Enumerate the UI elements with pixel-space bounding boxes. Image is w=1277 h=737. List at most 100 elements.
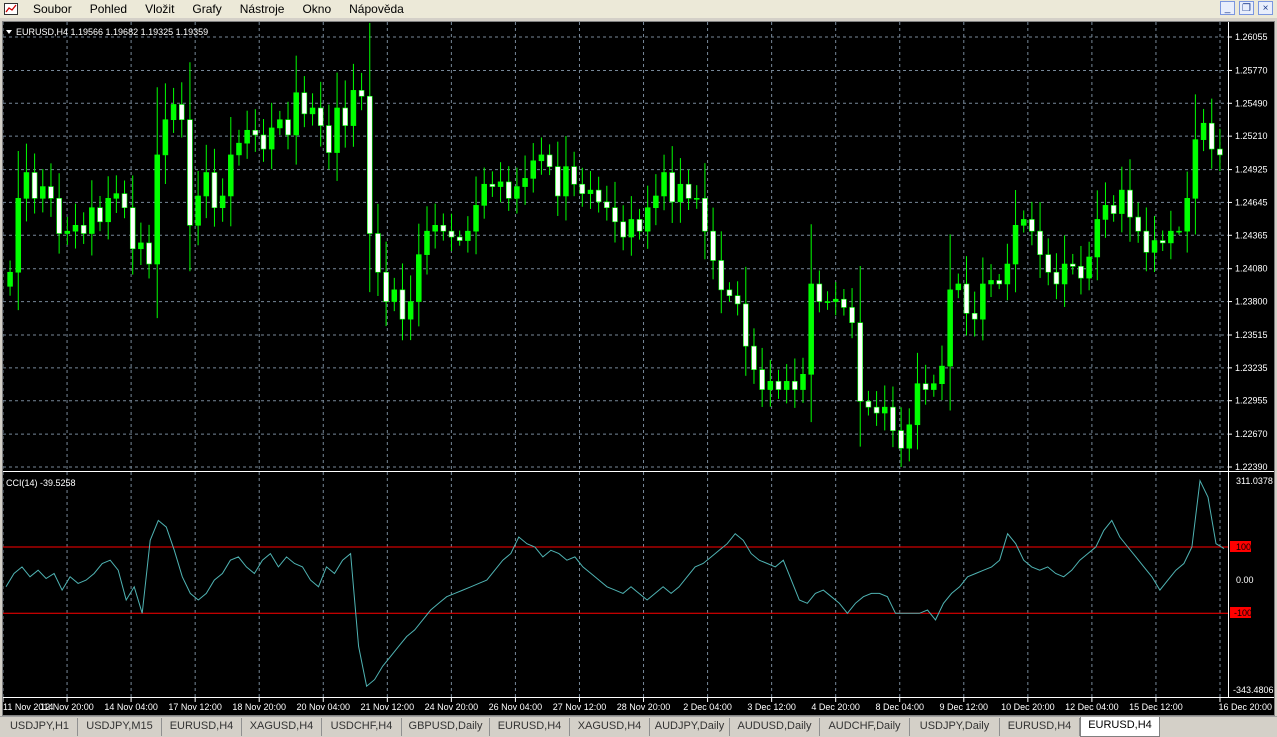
candle[interactable] (1020, 210, 1027, 233)
candle[interactable] (367, 22, 373, 293)
candle[interactable] (563, 136, 569, 221)
candle[interactable] (865, 390, 872, 416)
candle[interactable] (1217, 128, 1223, 172)
candle[interactable] (1045, 238, 1052, 286)
candle[interactable] (922, 364, 929, 405)
candle[interactable] (211, 148, 218, 227)
candle[interactable] (391, 277, 398, 312)
candle[interactable] (555, 141, 561, 216)
candle[interactable] (1012, 189, 1019, 293)
candle[interactable] (219, 178, 226, 222)
candle[interactable] (759, 347, 765, 407)
chart-tab[interactable]: GBPUSD,Daily (402, 718, 490, 736)
menu-window[interactable]: Okno (293, 0, 340, 18)
candle[interactable] (162, 83, 169, 185)
candle[interactable] (309, 93, 316, 126)
chart-tab[interactable]: USDJPY,H1 (2, 718, 78, 736)
menu-tools[interactable]: Nástroje (231, 0, 294, 18)
candle[interactable] (751, 328, 757, 384)
candle[interactable] (489, 171, 496, 197)
candle[interactable] (579, 167, 586, 207)
candle[interactable] (849, 288, 855, 339)
menu-charts[interactable]: Grafy (183, 0, 230, 18)
candle[interactable] (620, 205, 626, 251)
candle[interactable] (980, 257, 986, 341)
candle[interactable] (726, 282, 733, 302)
candle[interactable] (1053, 253, 1060, 300)
candle[interactable] (473, 176, 479, 255)
candle[interactable] (1135, 202, 1141, 243)
candle[interactable] (399, 263, 406, 341)
candle[interactable] (816, 270, 823, 313)
candle[interactable] (317, 81, 324, 147)
candle[interactable] (334, 72, 340, 181)
candle[interactable] (448, 213, 455, 252)
chart-canvas[interactable]: 1.26055 1.25770 1.25490 1.25210 1.24925 1.246… (3, 22, 1274, 715)
candle[interactable] (906, 408, 913, 462)
candle[interactable] (195, 170, 201, 246)
candle[interactable] (522, 155, 528, 205)
candle[interactable] (146, 224, 152, 279)
candle[interactable] (187, 62, 193, 272)
candle[interactable] (628, 196, 635, 256)
candle[interactable] (203, 144, 210, 219)
candle[interactable] (1029, 201, 1035, 246)
candle[interactable] (481, 167, 487, 219)
candle[interactable] (1110, 195, 1117, 222)
candle[interactable] (661, 154, 667, 211)
candle[interactable] (375, 203, 381, 296)
candle[interactable] (350, 63, 357, 147)
candle[interactable] (1037, 202, 1043, 278)
candle[interactable] (40, 168, 46, 213)
candle[interactable] (971, 291, 978, 337)
chart-tab[interactable]: USDJPY,Daily (910, 718, 1000, 736)
chart-window[interactable]: 1.26055 1.25770 1.25490 1.25210 1.24925 1.246… (2, 21, 1275, 716)
candle[interactable] (170, 87, 177, 133)
candle[interactable] (824, 291, 831, 310)
candle[interactable] (326, 104, 332, 170)
candle[interactable] (1070, 253, 1076, 275)
candle[interactable] (914, 352, 921, 450)
candle[interactable] (644, 185, 651, 249)
candle[interactable] (1192, 94, 1199, 235)
candle[interactable] (963, 256, 970, 336)
candle[interactable] (669, 146, 675, 223)
candle[interactable] (228, 117, 234, 227)
candle[interactable] (15, 151, 22, 311)
candle[interactable] (939, 345, 945, 401)
candle[interactable] (97, 195, 103, 232)
candle[interactable] (530, 143, 537, 193)
candle[interactable] (996, 273, 1002, 290)
chart-tab[interactable]: XAGUSD,H4 (570, 718, 650, 736)
candle[interactable] (947, 234, 953, 411)
menu-help[interactable]: Nápověda (340, 0, 413, 18)
chart-tab[interactable]: AUDCHF,Daily (820, 718, 910, 736)
candle[interactable] (1061, 235, 1068, 307)
candle[interactable] (832, 282, 839, 316)
candle[interactable] (890, 386, 896, 448)
candle[interactable] (1168, 210, 1174, 260)
chart-window-icon[interactable] (2, 2, 20, 16)
candle[interactable] (432, 203, 438, 249)
candle[interactable] (1127, 159, 1133, 242)
candle[interactable] (64, 216, 71, 245)
candle[interactable] (1200, 108, 1207, 152)
chart-tab[interactable]: EURUSD,H4 (1080, 717, 1160, 737)
minimize-button[interactable]: _ (1220, 1, 1235, 15)
candle[interactable] (546, 144, 553, 176)
candle[interactable] (383, 241, 389, 327)
candle[interactable] (955, 273, 962, 299)
candle[interactable] (612, 181, 618, 243)
chart-tab[interactable]: EURUSD,H4 (162, 718, 242, 736)
candle[interactable] (113, 175, 120, 213)
candle[interactable] (595, 176, 602, 213)
candle[interactable] (440, 213, 447, 241)
restore-button[interactable]: ❐ (1239, 1, 1254, 15)
candle[interactable] (80, 212, 87, 244)
chart-tab[interactable]: USDJPY,M15 (78, 718, 162, 736)
candle[interactable] (121, 180, 128, 219)
candle[interactable] (718, 231, 725, 314)
menu-file[interactable]: Soubor (24, 0, 81, 18)
candle[interactable] (775, 369, 782, 399)
chart-tab[interactable]: AUDUSD,Daily (730, 718, 820, 736)
